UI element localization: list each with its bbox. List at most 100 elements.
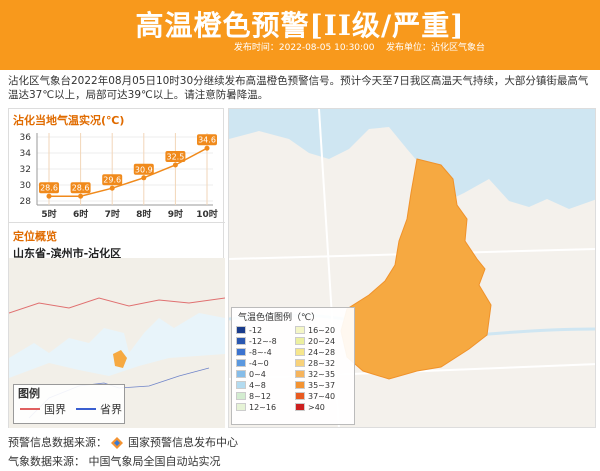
minimap-land [9,258,225,358]
warning-source-line: 预警信息数据来源： 国家预警信息发布中心 [8,434,598,450]
temp-legend-label: -12~-8 [249,336,277,346]
temp-legend-label: -12 [249,325,263,335]
temp-legend-swatch [295,403,305,411]
data-point [172,162,178,168]
temp-legend-label: 24~28 [308,347,336,357]
temp-legend-swatch [236,403,246,411]
x-tick-label: 8时 [136,208,151,220]
national-border-label: 国界 [44,403,66,416]
temp-legend-swatch [295,348,305,356]
x-tick-label: 10时 [196,208,218,220]
x-tick-label: 5时 [41,208,56,220]
issuer-label: 发布单位： [385,43,431,53]
data-point [46,193,52,199]
location-title: 定位概览 [13,230,57,243]
warning-center-logo-icon [110,437,123,449]
temp-legend-swatch [236,359,246,367]
temp-legend-item: 35~37 [295,380,354,390]
data-label: 29.6 [103,176,121,185]
temp-legend-label: 4~8 [249,380,266,390]
temp-legend-item: 0~4 [236,369,295,379]
provincial-border-label: 省界 [100,403,122,416]
y-tick-label: 36 [20,133,32,143]
data-label: 30.9 [135,165,153,174]
temp-legend-label: 32~35 [308,369,336,379]
left-panel: 沾化当地气温实况(℃) 28 30 32 34 36 5时 6时 7时 8时 9时 10时 28.6 2… [8,108,225,428]
minimap-legend-row: 国界 省界 [14,401,124,417]
weather-source-line: 气象数据来源： 中国气象局全国自动站实况 [8,453,598,469]
temp-legend-label: 20~24 [308,336,336,346]
x-tick-label: 9时 [168,208,183,220]
temp-legend-item: -12 [236,325,295,335]
temp-legend-label: 28~32 [308,358,336,368]
warning-source[interactable]: 国家预警信息发布中心 [128,436,238,449]
temp-legend-grid: -12 16~20 -12~-8 20~24 -8~-4 24~28 -4~0 28~32 0~… [232,325,354,412]
data-label: 32.5 [166,153,184,162]
overview-minimap[interactable]: 图例 国界 省界 [9,258,225,428]
temp-legend-swatch [295,370,305,378]
temp-legend-label: 8~12 [249,391,271,401]
temp-legend-swatch [295,381,305,389]
temp-legend-swatch [236,381,246,389]
minimap-legend: 图例 国界 省界 [13,384,125,424]
temp-legend-item: 16~20 [295,325,354,335]
temp-legend-item: 12~16 [236,402,295,412]
data-label: 28.6 [72,184,90,193]
temp-legend-item: -8~-4 [236,347,295,357]
minimap-legend-title: 图例 [18,387,40,400]
data-point [78,193,84,199]
temp-legend-label: 16~20 [308,325,336,335]
temp-legend-item: 8~12 [236,391,295,401]
x-tick-label: 6时 [73,208,88,220]
page-title: 高温橙色预警[II级/严重] [135,9,465,42]
data-point [109,185,115,191]
temp-legend-label: 37~40 [308,391,336,401]
temp-legend-item: 24~28 [295,347,354,357]
minimap-highlight-region [113,350,127,368]
national-border-swatch [20,408,40,410]
issuer: 沾化区气象台 [430,43,485,53]
warning-description: 沾化区气象台2022年08月05日10时30分继续发布高温橙色预警信号。预计今天… [8,75,589,101]
weather-source: 中国气象局全国自动站实况 [88,455,221,468]
temp-legend-item: 37~40 [295,391,354,401]
temp-legend-swatch [295,337,305,345]
temp-legend-label: 12~16 [249,402,277,412]
temp-legend-swatch [236,326,246,334]
temp-legend-item: -4~0 [236,358,295,368]
meta-bar: 发布时间：2022-08-05 10:30:00 发布单位：沾化区气象台 [0,43,600,70]
y-tick-label: 34 [20,149,32,159]
location-panel: 定位概览 山东省-滨州市-沾化区 [9,226,225,260]
temp-legend-item: 20~24 [295,336,354,346]
temp-legend-item: 32~35 [295,369,354,379]
data-point [141,175,147,181]
temp-legend-label: 0~4 [249,369,266,379]
issue-meta: 发布时间：2022-08-05 10:30:00 发布单位：沾化区气象台 [234,40,485,53]
data-label: 28.6 [40,184,58,193]
temp-legend-item: 4~8 [236,380,295,390]
temp-legend-item: -12~-8 [236,336,295,346]
y-tick-label: 30 [20,181,32,191]
temp-legend-label: >40 [308,402,325,412]
main-map[interactable]: 气温色值图例（℃） -12 16~20 -12~-8 20~24 -8~-4 24~28-… [228,108,596,428]
data-label: 34.6 [198,136,216,145]
temp-legend-swatch [295,359,305,367]
temp-legend-item: >40 [295,402,354,412]
warning-source-label: 预警信息数据来源： [8,436,107,449]
x-tick-label: 7时 [105,208,120,220]
temperature-chart-panel: 沾化当地气温实况(℃) 28 30 32 34 36 5时 6时 7时 8时 9时 10时 28.6 2… [9,109,225,223]
temp-legend-swatch [236,392,246,400]
temp-legend-swatch [295,392,305,400]
temp-legend-swatch [236,337,246,345]
weather-source-label: 气象数据来源： [8,455,85,468]
temp-legend-title: 气温色值图例（℃） [238,313,321,323]
issue-time: 2022-08-05 10:30:00 [278,43,375,53]
y-tick-label: 32 [20,165,31,175]
provincial-border-swatch [76,408,96,410]
temp-legend-label: -8~-4 [249,347,272,357]
issue-time-label: 发布时间： [233,43,279,53]
temp-legend-item: 28~32 [295,358,354,368]
data-point [204,145,210,151]
temp-legend-label: 35~37 [308,380,336,390]
temp-legend-swatch [295,326,305,334]
temp-legend-label: -4~0 [249,358,269,368]
